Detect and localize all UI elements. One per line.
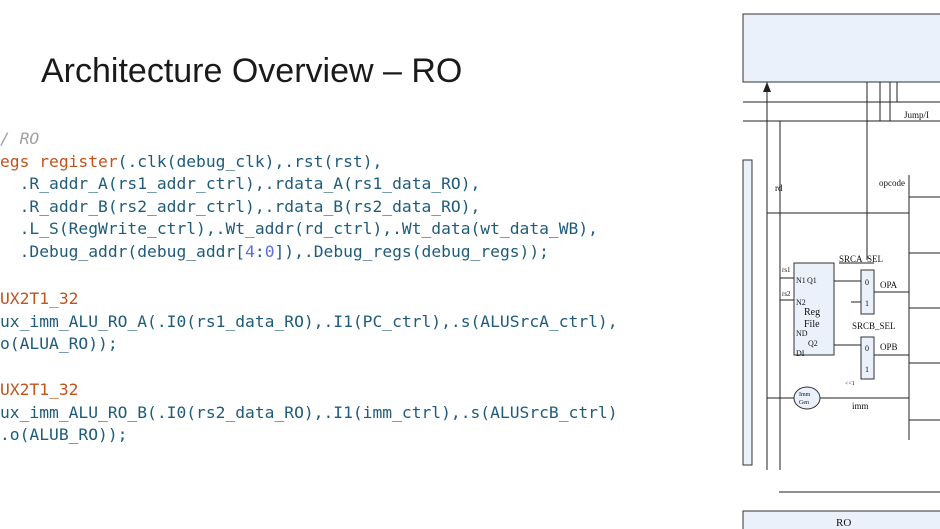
n1-label: N1 [796,276,806,285]
imm-gen-2: Gen [799,400,809,406]
jump-label: Jump/I [904,110,929,120]
mux2-type: UX2T1_32 [0,380,79,399]
di-label: DI [796,349,805,358]
imm-gen-1: Imm [799,392,811,398]
code-line-4: .L_S(RegWrite_ctrl),.Wt_addr(rd_ctrl),.W… [0,219,598,239]
stage-label: RO [836,517,851,529]
imm-label: imm [852,401,869,411]
mux1-line-2: o(ALUA_RO)); [0,334,118,354]
slide-title: Architecture Overview – RO [41,52,463,90]
rd-label: rd [775,183,783,193]
code-line-1: egs register(.clk(debug_clk),.rst(rst), [0,151,383,171]
code-line-5: .Debug_addr(debug_addr[4:0]),.Debug_regs… [0,242,549,261]
nd-label: ND [796,329,808,338]
q2-label: Q2 [808,339,818,348]
mux2-line-2: .o(ALUB_RO)); [0,425,128,445]
code-comment: / RO [0,129,40,148]
q1-label: Q1 [807,276,817,285]
rs1-label: rs1 [782,266,791,274]
opa-label: OPA [880,280,898,290]
mux1-type: UX2T1_32 [0,289,79,308]
mux-b-1: 1 [865,365,869,374]
opcode-label: opcode [879,178,905,188]
srcb-label: SRCB_SEL [852,321,896,331]
code-line-3: .R_addr_B(rs2_addr_ctrl),.rdata_B(rs2_da… [0,196,481,216]
shift-label: <<1 [845,381,855,387]
ro-stage-diagram: Jump/I rd opcode SRCA_SEL SRCB_SEL rs1 r… [742,13,940,529]
code-line-2: .R_addr_A(rs1_addr_ctrl),.rdata_A(rs1_da… [0,174,481,194]
mux2-line-1: ux_imm_ALU_RO_B(.I0(rs2_data_RO),.I1(imm… [0,402,618,422]
opb-label: OPB [880,342,898,352]
mux1-line-1: ux_imm_ALU_RO_A(.I0(rs1_data_RO),.I1(PC_… [0,311,618,331]
top-panel [742,13,940,83]
arrow-up [763,82,771,92]
rs2-label: rs2 [782,290,791,298]
n2-label: N2 [796,298,806,307]
mux-a-1: 1 [865,299,869,308]
mux-a-0: 0 [865,278,869,287]
reg-label: Reg [804,307,820,318]
mux-b-0: 0 [865,344,869,353]
left-box [742,159,753,466]
